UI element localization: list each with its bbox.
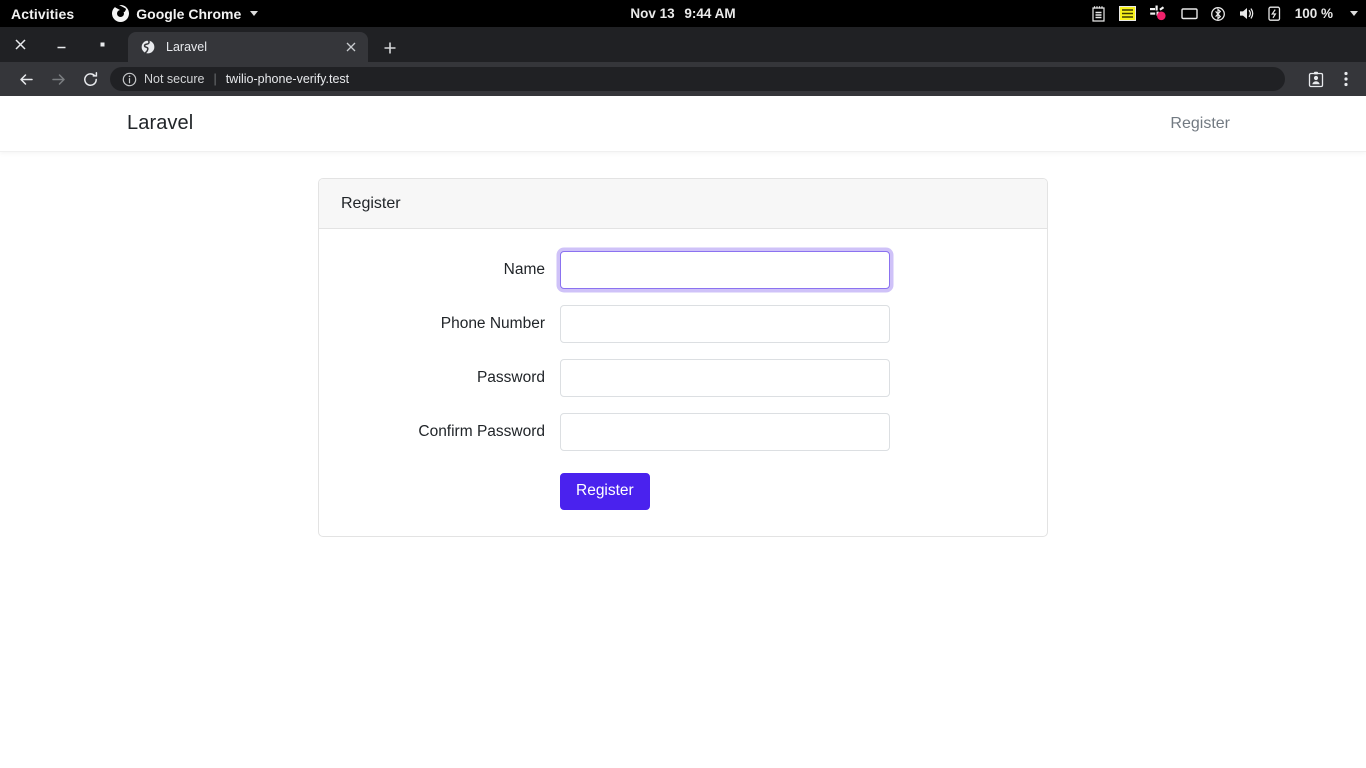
tray-chevron-down-icon[interactable] (1350, 11, 1358, 16)
window-maximize-button[interactable] (82, 27, 123, 62)
name-input[interactable] (560, 251, 890, 289)
browser-toolbar: Not secure | twilio-phone-verify.test (0, 62, 1366, 96)
activities-button[interactable]: Activities (0, 6, 84, 22)
form-actions: Register (319, 473, 1021, 510)
display-icon[interactable] (1181, 7, 1198, 21)
phone-number-input[interactable] (560, 305, 890, 343)
navbar-links: Register (1170, 96, 1230, 152)
chevron-down-icon (250, 11, 259, 16)
navbar-brand[interactable]: Laravel (127, 112, 193, 135)
info-circle-icon[interactable] (122, 72, 137, 87)
bluetooth-icon[interactable] (1210, 6, 1225, 22)
confirm-password-label: Confirm Password (418, 423, 545, 440)
card-header-title: Register (319, 179, 1047, 229)
globe-icon (140, 39, 156, 55)
tab-close-icon[interactable] (342, 38, 360, 56)
password-label: Password (476, 369, 545, 386)
volume-icon[interactable] (1238, 6, 1255, 21)
register-form: Name Phone Number Password Confirm Passw… (319, 229, 1047, 536)
register-submit-button[interactable]: Register (560, 473, 650, 510)
confirm-password-input[interactable] (560, 413, 890, 451)
omnibox-separator: | (213, 72, 217, 86)
address-bar[interactable]: Not secure | twilio-phone-verify.test (110, 67, 1285, 91)
gnome-top-bar: Activities Google Chrome Nov 13 9:44 AM (0, 0, 1366, 27)
new-tab-button[interactable] (376, 36, 404, 60)
back-arrow-icon[interactable] (10, 62, 42, 96)
browser-tab-strip: Laravel (0, 27, 1366, 62)
form-row-name: Name (319, 251, 1021, 289)
app-menu-button[interactable]: Google Chrome (112, 5, 259, 22)
page-content: Laravel Register Register Name Phone Num… (0, 96, 1366, 768)
reload-icon[interactable] (74, 62, 106, 96)
battery-percent-label: 100 % (1294, 6, 1333, 21)
chrome-logo-icon (112, 5, 130, 22)
window-controls (0, 27, 123, 62)
site-navbar: Laravel Register (0, 96, 1366, 152)
nav-link-register[interactable]: Register (1170, 115, 1230, 133)
password-input[interactable] (560, 359, 890, 397)
window-minimize-button[interactable] (41, 27, 82, 62)
tab-title: Laravel (166, 40, 207, 54)
system-tray[interactable]: 100 % (1091, 0, 1358, 27)
toolbar-right-actions (1302, 62, 1360, 96)
three-dot-menu-icon[interactable] (1332, 62, 1360, 96)
pinwheel-indicator-icon[interactable] (1149, 5, 1168, 22)
profile-card-icon[interactable] (1302, 62, 1330, 96)
window-close-button[interactable] (0, 27, 41, 62)
register-card: Register Name Phone Number Password Conf… (318, 178, 1048, 537)
battery-icon[interactable] (1268, 5, 1281, 22)
clock-time: 9:44 AM (684, 6, 736, 21)
phone-number-label: Phone Number (440, 315, 545, 332)
form-row-confirm-password: Confirm Password (319, 413, 1021, 451)
forward-arrow-icon[interactable] (42, 62, 74, 96)
app-menu-label: Google Chrome (136, 5, 242, 22)
form-row-password: Password (319, 359, 1021, 397)
list-icon[interactable] (1118, 6, 1136, 21)
clock-date: Nov 13 (630, 6, 675, 21)
security-status-label: Not secure (144, 72, 205, 86)
name-label: Name (503, 261, 545, 278)
form-row-phone: Phone Number (319, 305, 1021, 343)
url-text: twilio-phone-verify.test (225, 72, 350, 86)
browser-tab[interactable]: Laravel (128, 32, 368, 62)
page-container: Register Name Phone Number Password Conf… (0, 152, 1366, 537)
notepad-icon[interactable] (1091, 5, 1106, 22)
